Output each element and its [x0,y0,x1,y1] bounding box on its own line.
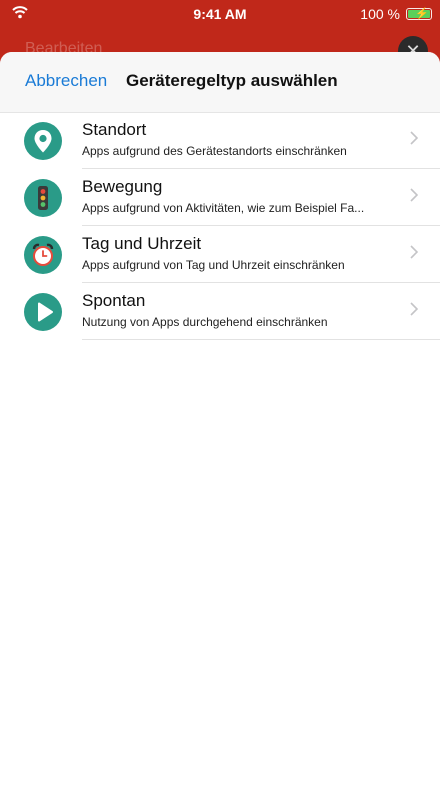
page-title: Geräteregeltyp auswählen [126,71,338,90]
rule-subtitle: Apps aufgrund von Tag und Uhrzeit einsch… [82,258,345,272]
rule-title: Bewegung [82,177,163,196]
play-icon [24,293,62,331]
rule-subtitle: Apps aufgrund von Aktivitäten, wie zum B… [82,201,365,215]
chevron-right-icon [410,245,419,264]
rule-subtitle: Apps aufgrund des Gerätestandorts einsch… [82,144,347,158]
rule-item-bewegung[interactable]: Bewegung Apps aufgrund von Aktivitäten, … [0,169,440,226]
modal-sheet: Abbrechen Geräteregeltyp auswählen Stand… [0,52,440,792]
row-divider [82,339,440,340]
chevron-right-icon [410,188,419,207]
traffic-light-icon [24,179,62,217]
rule-item-standort[interactable]: Standort Apps aufgrund des Gerätestandor… [0,112,440,169]
rule-subtitle: Nutzung von Apps durchgehend einschränke… [82,315,328,329]
cancel-button[interactable]: Abbrechen [25,71,107,91]
rule-title: Tag und Uhrzeit [82,234,202,253]
rule-item-tag-und-uhrzeit[interactable]: Tag und Uhrzeit Apps aufgrund von Tag un… [0,226,440,283]
rule-item-spontan[interactable]: Spontan Nutzung von Apps durchgehend ein… [0,283,440,340]
location-pin-icon [24,122,62,160]
chevron-right-icon [410,131,419,150]
alarm-clock-icon [24,236,62,274]
rule-title: Spontan [82,291,146,310]
rule-title: Standort [82,120,147,139]
status-bar: 9:41 AM 100 % ⚡ [0,0,440,30]
nav-bar: Abbrechen Geräteregeltyp auswählen [0,52,440,113]
rule-type-list: Standort Apps aufgrund des Gerätestandor… [0,112,440,340]
chevron-right-icon [410,302,419,321]
battery-percentage: 100 % [360,6,400,22]
battery-icon: ⚡ [406,8,432,20]
